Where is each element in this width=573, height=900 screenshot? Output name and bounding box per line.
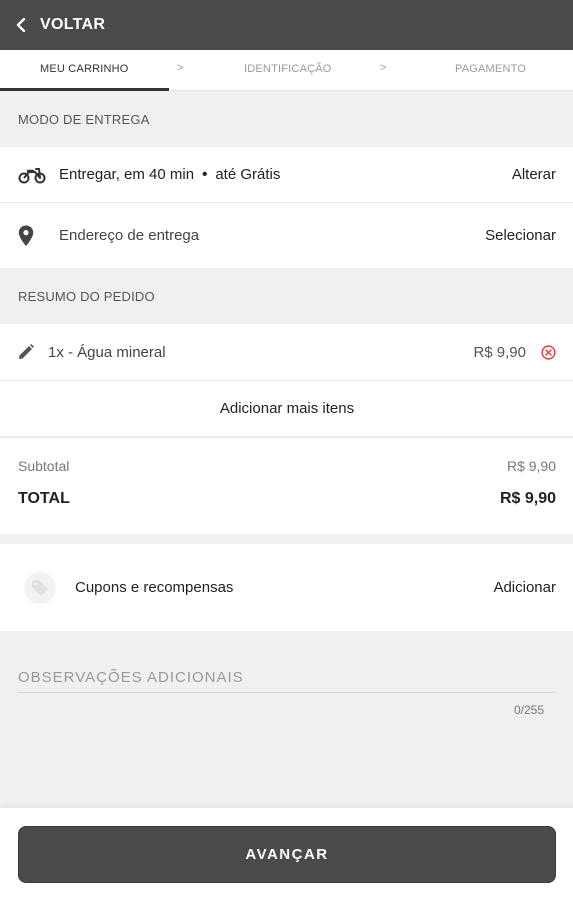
- order-section-title: RESUMO DO PEDIDO: [18, 288, 155, 304]
- total-line: TOTAL R$ 9,90: [18, 490, 556, 508]
- notes-field[interactable]: OBSERVAÇÕES ADICIONAIS: [18, 669, 556, 693]
- advance-button[interactable]: AVANÇAR: [18, 826, 556, 883]
- chevron-left-icon[interactable]: [16, 18, 30, 32]
- step-payment[interactable]: PAGAMENTO: [455, 63, 526, 75]
- pencil-icon[interactable]: [18, 344, 36, 360]
- motorcycle-icon: [18, 166, 46, 184]
- step-identification[interactable]: IDENTIFICAÇÃO: [244, 63, 332, 75]
- location-pin-icon: [18, 225, 46, 247]
- totals-card: Subtotal R$ 9,90 TOTAL R$ 9,90: [0, 437, 573, 534]
- subtotal-label: Subtotal: [18, 458, 70, 474]
- coupons-row[interactable]: Cupons e recompensas Adicionar: [0, 544, 573, 631]
- item-price: R$ 9,90: [473, 343, 526, 361]
- delivery-address-row[interactable]: Endereço de entrega Selecionar: [0, 202, 573, 268]
- step-separator: >: [177, 62, 184, 74]
- total-label: TOTAL: [18, 490, 70, 507]
- delivery-time: Entregar, em 40 min: [59, 166, 195, 183]
- coupons-label: Cupons e recompensas: [75, 579, 234, 596]
- add-coupon-button[interactable]: Adicionar: [493, 579, 556, 596]
- select-address-button[interactable]: Selecionar: [485, 227, 556, 244]
- subtotal-value: R$ 9,90: [506, 458, 556, 474]
- delivery-cost: até Grátis: [215, 166, 281, 183]
- change-delivery-button[interactable]: Alterar: [512, 166, 556, 183]
- step-cart[interactable]: MEU CARRINHO: [40, 63, 129, 75]
- active-step-indicator: [0, 88, 169, 91]
- order-card: 1x - Água mineral R$ 9,90 Adicionar mais…: [0, 324, 573, 436]
- separator-dot: •: [202, 166, 208, 183]
- step-separator: >: [380, 62, 387, 74]
- add-more-items-row[interactable]: Adicionar mais itens: [0, 380, 573, 436]
- delivery-card: Entregar, em 40 min • até Grátis Alterar E…: [0, 147, 573, 268]
- back-button[interactable]: VOLTAR: [40, 16, 105, 34]
- footer-bar: AVANÇAR: [0, 808, 573, 900]
- notes-section: OBSERVAÇÕES ADICIONAIS 0/255: [0, 631, 573, 717]
- notes-char-counter: 0/255: [513, 703, 544, 717]
- tag-icon: [24, 571, 56, 604]
- checkout-steps: MEU CARRINHO > IDENTIFICAÇÃO > PAGAMENTO: [0, 50, 573, 91]
- address-placeholder: Endereço de entrega: [59, 227, 200, 244]
- add-more-items-button[interactable]: Adicionar mais itens: [220, 400, 354, 417]
- app-header: VOLTAR: [0, 0, 573, 50]
- divider: [0, 534, 573, 544]
- delivery-mode-text: Entregar, em 40 min • até Grátis: [59, 166, 512, 183]
- list-item[interactable]: 1x - Água mineral R$ 9,90: [0, 324, 573, 380]
- total-value: R$ 9,90: [499, 490, 556, 507]
- delivery-section-title: MODO DE ENTREGA: [18, 111, 150, 127]
- item-label: 1x - Água mineral: [48, 343, 166, 361]
- subtotal-line: Subtotal R$ 9,90: [18, 456, 556, 476]
- delivery-mode-row[interactable]: Entregar, em 40 min • até Grátis Alterar: [0, 147, 573, 202]
- close-circle-icon[interactable]: [540, 344, 556, 360]
